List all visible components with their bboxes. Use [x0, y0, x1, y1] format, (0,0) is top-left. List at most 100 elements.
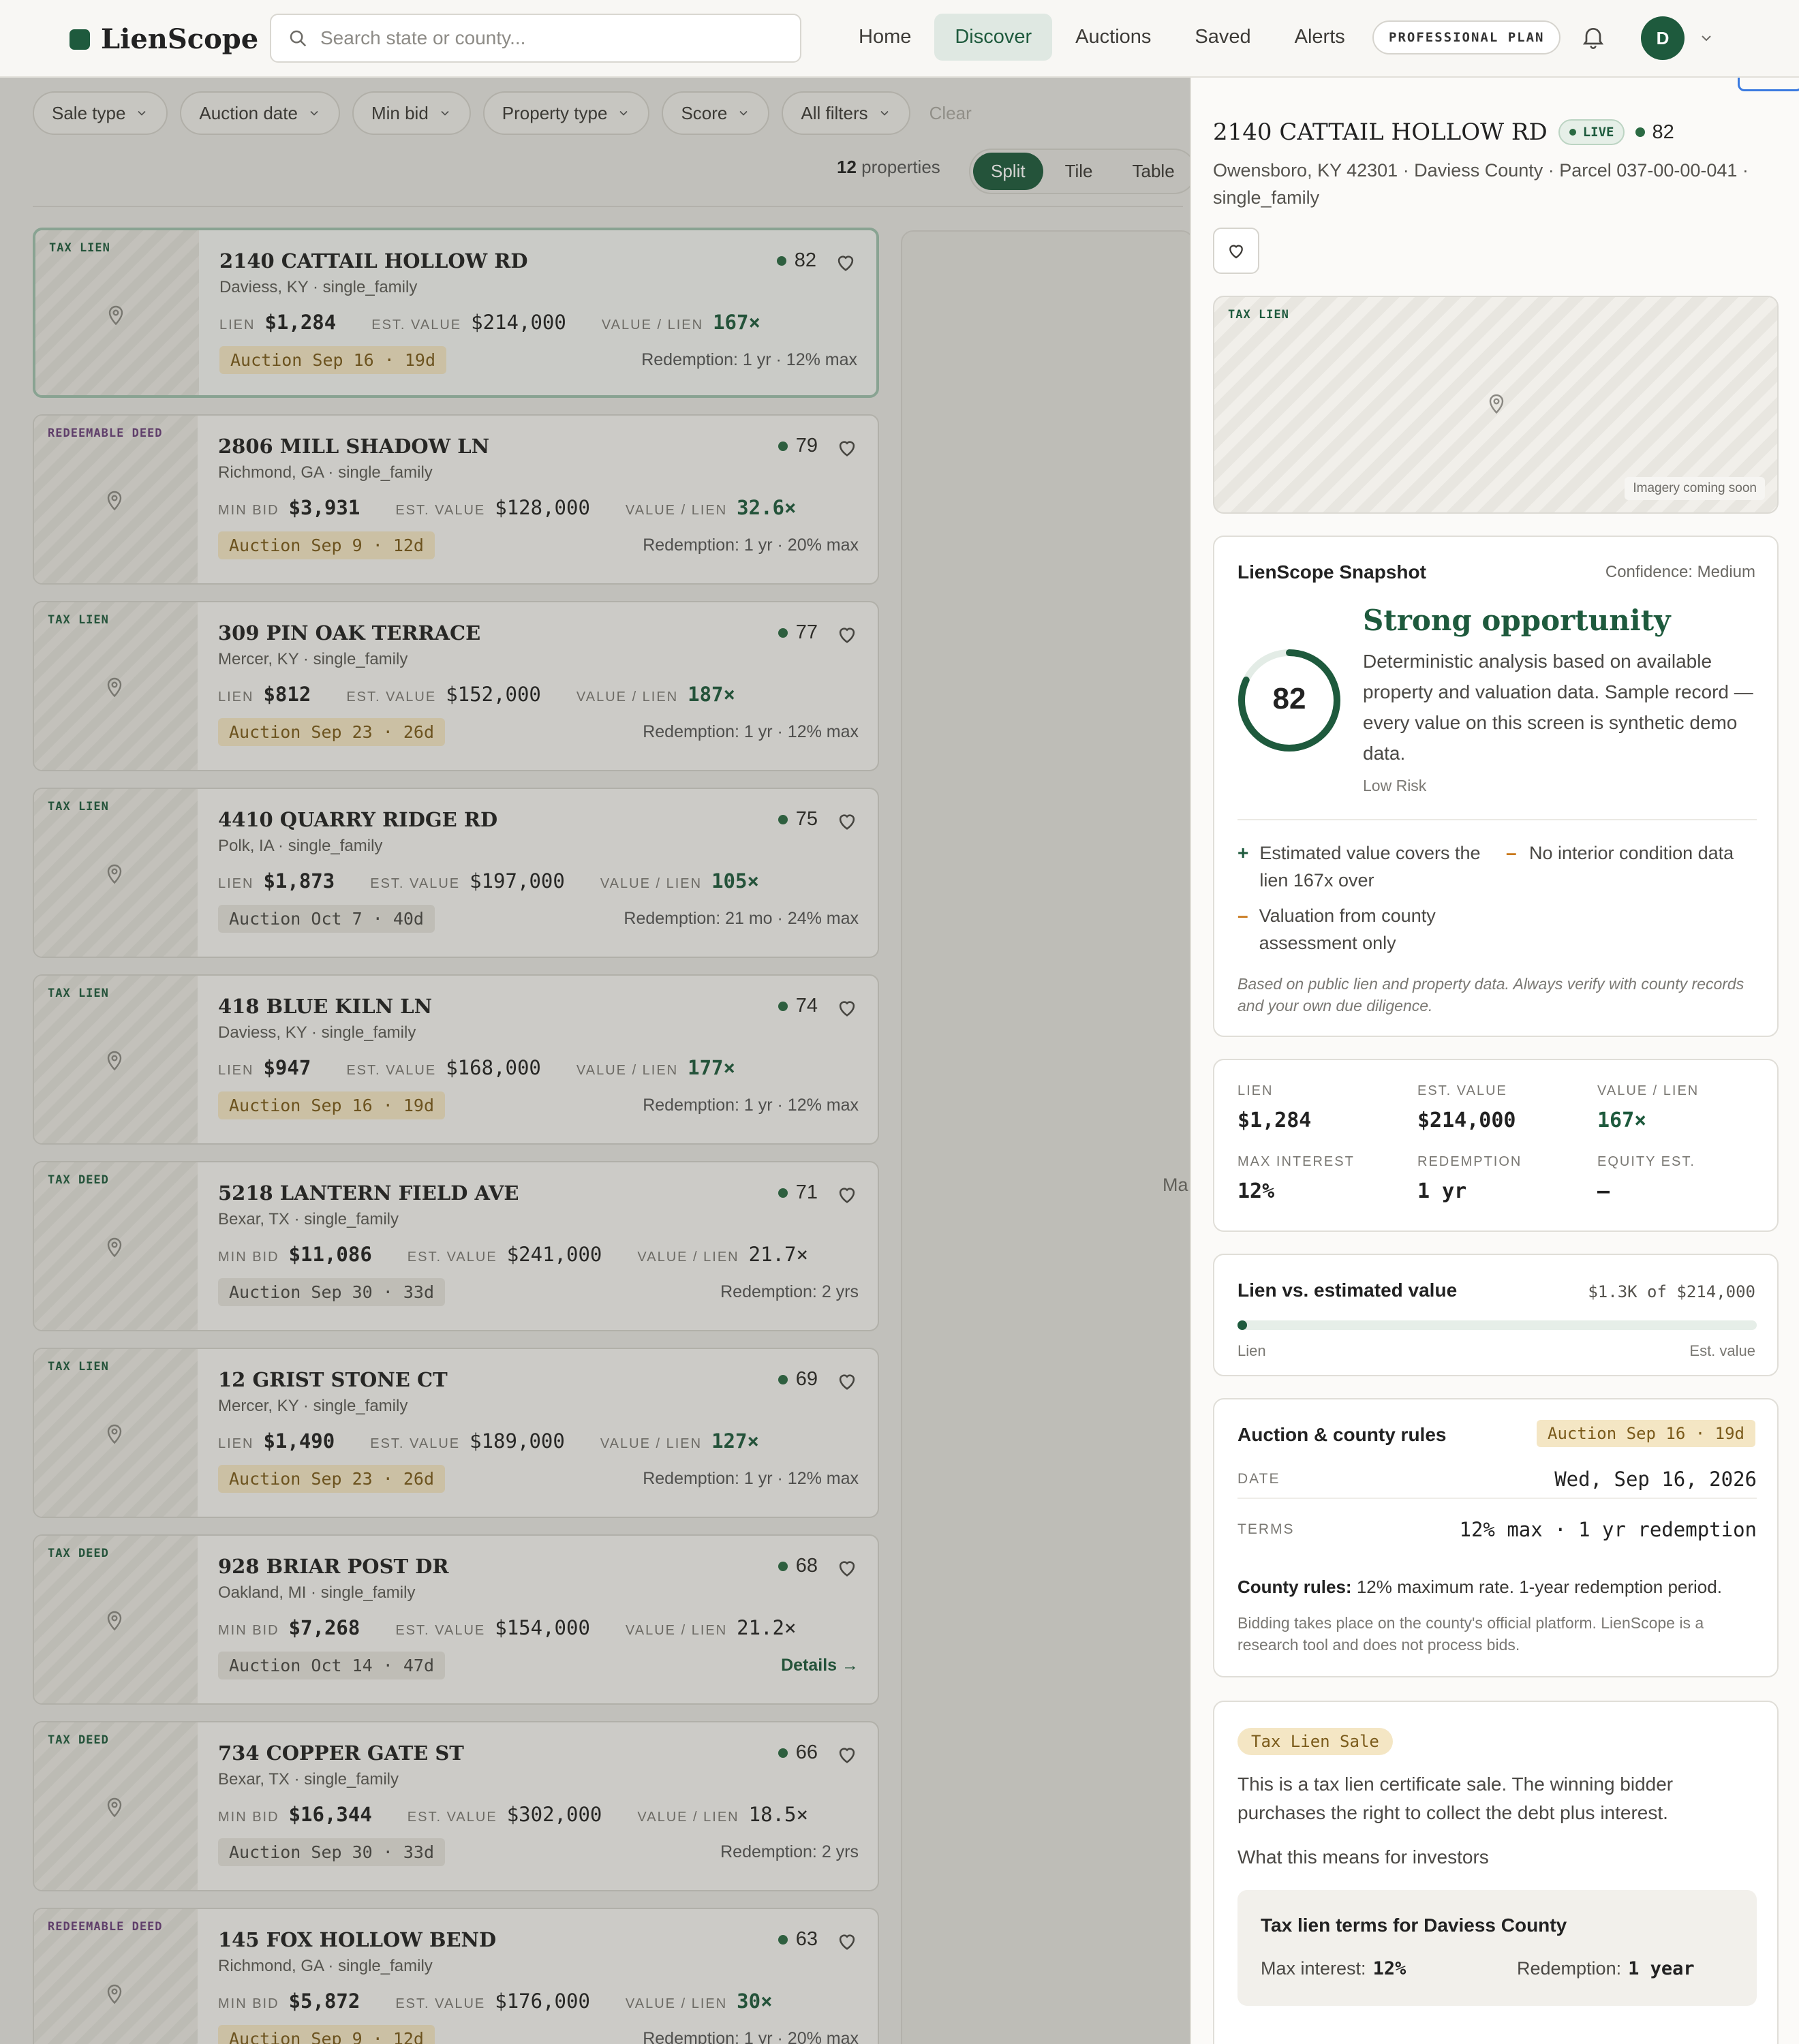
county-terms-title: Tax lien terms for Daviess County: [1261, 1915, 1567, 1936]
score-ring-value: 82: [1273, 682, 1306, 715]
search-icon: [290, 30, 307, 47]
factor-negative: – Valuation from county assessment only: [1237, 902, 1496, 957]
overlay-backdrop[interactable]: [0, 78, 1190, 2044]
metric-value: 167×: [1597, 1109, 1647, 1132]
minus-icon: –: [1237, 905, 1248, 926]
plan-badge[interactable]: PROFESSIONAL PLAN: [1372, 20, 1561, 55]
term-label: Max interest:: [1261, 1958, 1366, 1979]
metric-max-interest: MAX INTEREST 12%: [1237, 1154, 1355, 1203]
metric-redemption: REDEMPTION 1 yr: [1417, 1154, 1522, 1203]
lien-vs-value-title: Lien vs. estimated value: [1237, 1280, 1458, 1301]
app-name: LienScope: [101, 23, 259, 55]
metric-value: —: [1597, 1179, 1610, 1203]
detail-score-value: 82: [1652, 121, 1674, 143]
rules-terms-value: 12% max · 1 yr redemption: [1459, 1518, 1757, 1541]
metric-value: 12%: [1237, 1179, 1275, 1203]
metrics-card: LIEN $1,284 EST. VALUE $214,000 VALUE / LI…: [1213, 1059, 1779, 1232]
metric-label: VALUE / LIEN: [1597, 1083, 1700, 1098]
nav-home[interactable]: Home: [838, 14, 932, 61]
factor-text: No interior condition data: [1529, 843, 1734, 863]
metric-label: LIEN: [1237, 1083, 1274, 1098]
app-logo[interactable]: LienScope: [70, 23, 258, 55]
snapshot-card: LienScope Snapshot Confidence: Medium 82…: [1213, 536, 1779, 1037]
redemption-term: Redemption: 1 year: [1517, 1958, 1695, 1979]
property-detail-panel: 2140 CATTAIL HOLLOW RD LIVE 82 Owensboro…: [1190, 78, 1799, 2044]
sale-type-card: Tax Lien Sale This is a tax lien certifi…: [1213, 1701, 1779, 2044]
snapshot-title: LienScope Snapshot: [1237, 561, 1426, 583]
map-pin-icon: [1489, 394, 1504, 414]
live-badge: LIVE: [1558, 119, 1625, 145]
snapshot-disclaimer: Based on public lien and property data. …: [1237, 975, 1744, 1015]
property-image-placeholder: TAX LIEN Imagery coming soon: [1213, 296, 1779, 514]
lien-vs-value-amount: $1.3K of $214,000: [1588, 1282, 1755, 1301]
search-input[interactable]: [320, 27, 784, 49]
bar-left-label: Lien: [1237, 1342, 1266, 1359]
chevron-down-icon[interactable]: [1698, 30, 1715, 46]
bell-icon[interactable]: [1580, 23, 1607, 50]
save-property-button[interactable]: [1213, 228, 1259, 274]
bar-right-label: Est. value: [1689, 1342, 1755, 1359]
sale-type-description: This is a tax lien certificate sale. The…: [1237, 1774, 1674, 1823]
imagery-note: Imagery coming soon: [1625, 477, 1765, 500]
term-value: 12%: [1372, 1958, 1406, 1979]
metric-value: $214,000: [1417, 1109, 1516, 1132]
metric-equity-est: EQUITY EST. —: [1597, 1154, 1695, 1203]
county-terms-box: Tax lien terms for Daviess County Max in…: [1237, 1890, 1757, 2006]
divider: [1237, 1498, 1757, 1499]
image-sale-tag: TAX LIEN: [1228, 308, 1289, 322]
factor-negative: – No interior condition data: [1506, 839, 1758, 867]
rules-date-row: DATE Wed, Sep 16, 2026: [1237, 1468, 1757, 1491]
plus-icon: +: [1237, 842, 1249, 863]
nav-discover[interactable]: Discover: [934, 14, 1053, 61]
heart-icon: [1229, 245, 1243, 259]
risk-level: Low Risk: [1363, 777, 1427, 794]
metric-value: $1,284: [1237, 1109, 1312, 1132]
nav-alerts[interactable]: Alerts: [1274, 14, 1366, 61]
logo-mark-icon: [70, 29, 90, 50]
panel-close-button[interactable]: [1738, 78, 1799, 91]
snapshot-description: Deterministic analysis based on availabl…: [1363, 651, 1753, 764]
lien-vs-value-card: Lien vs. estimated value $1.3K of $214,0…: [1213, 1254, 1779, 1376]
metric-value-lien: VALUE / LIEN 167×: [1597, 1083, 1699, 1132]
detail-header: 2140 CATTAIL HOLLOW RD LIVE 82: [1213, 119, 1674, 146]
metric-lien: LIEN $1,284: [1237, 1083, 1311, 1132]
max-interest-term: Max interest: 12%: [1261, 1958, 1406, 1979]
snapshot-confidence: Confidence: Medium: [1605, 563, 1755, 581]
term-label: Redemption:: [1517, 1958, 1622, 1979]
county-rules-text: 12% maximum rate. 1-year redemption peri…: [1356, 1577, 1722, 1597]
divider: [1237, 819, 1757, 820]
metric-est-value: EST. VALUE $214,000: [1417, 1083, 1516, 1132]
metric-label: REDEMPTION: [1417, 1154, 1522, 1169]
nav-saved[interactable]: Saved: [1174, 14, 1271, 61]
rules-date-value: Wed, Sep 16, 2026: [1554, 1468, 1757, 1491]
factor-positive: + Estimated value covers the lien 167x ov…: [1237, 839, 1496, 894]
rules-terms-label: TERMS: [1237, 1521, 1295, 1537]
lien-vs-value-bar: [1237, 1320, 1757, 1330]
detail-subtitle: Owensboro, KY 42301 · Daviess County · P…: [1213, 160, 1749, 208]
auction-rules-card: Auction & county rules Auction Sep 16 · …: [1213, 1398, 1779, 1677]
top-navigation-bar: LienScope Home Discover Auctions Saved A…: [0, 0, 1799, 78]
rules-date-label: DATE: [1237, 1471, 1280, 1487]
platform-note: Bidding takes place on the county's offi…: [1237, 1614, 1704, 1654]
rules-terms-row: TERMS 12% max · 1 yr redemption: [1237, 1518, 1757, 1541]
term-value: 1 year: [1628, 1958, 1695, 1979]
metric-value: 1 yr: [1417, 1179, 1467, 1203]
detail-address: 2140 CATTAIL HOLLOW RD: [1213, 119, 1548, 146]
county-rules-label: County rules:: [1237, 1577, 1352, 1597]
factor-text: Estimated value covers the lien 167x ove…: [1259, 843, 1481, 891]
main-nav: Home Discover Auctions Saved Alerts: [838, 14, 1366, 61]
search-box[interactable]: [270, 14, 801, 63]
metric-label: MAX INTEREST: [1237, 1154, 1355, 1169]
nav-auctions[interactable]: Auctions: [1055, 14, 1171, 61]
score-ring: 82: [1238, 649, 1340, 752]
metric-label: EST. VALUE: [1417, 1083, 1507, 1098]
live-label: LIVE: [1582, 125, 1614, 140]
sale-type-pill: Tax Lien Sale: [1237, 1728, 1393, 1755]
lien-vs-value-fill: [1237, 1320, 1247, 1330]
factor-text: Valuation from county assessment only: [1259, 905, 1436, 953]
auction-date-pill: Auction Sep 16 · 19d: [1537, 1420, 1755, 1447]
user-avatar[interactable]: D: [1641, 16, 1685, 60]
score-dot-icon: [1635, 127, 1646, 137]
county-rules: County rules: 12% maximum rate. 1-year r…: [1237, 1577, 1762, 1598]
rules-title: Auction & county rules: [1237, 1424, 1447, 1445]
